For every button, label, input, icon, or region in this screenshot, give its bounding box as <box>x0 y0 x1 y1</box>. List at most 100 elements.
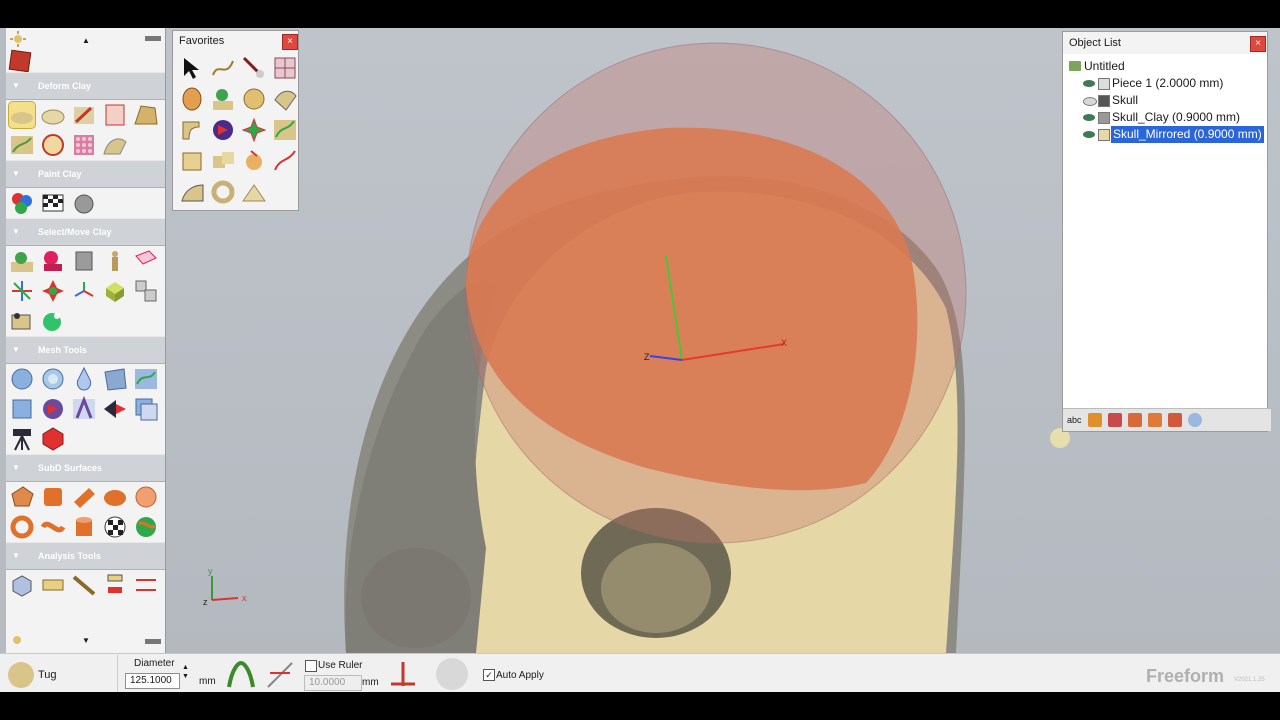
tug-tool-icon[interactable] <box>8 101 36 129</box>
new-layer-icon[interactable] <box>1107 413 1122 427</box>
tree-item-skull-mirrored[interactable]: Skull_Mirrored (0.9000 mm) <box>1063 125 1267 144</box>
ruler-input[interactable]: 10.0000 <box>304 675 362 691</box>
select-piece-icon[interactable] <box>9 248 35 274</box>
fillet-tool-icon[interactable] <box>241 148 267 174</box>
move-piece-icon[interactable] <box>40 278 66 304</box>
brush-tool-icon[interactable] <box>241 55 267 81</box>
pattern-tool-icon[interactable] <box>71 132 97 158</box>
sun-icon[interactable] <box>10 633 24 650</box>
curve-tool-icon[interactable] <box>210 55 236 81</box>
sweep-tool-icon[interactable] <box>272 117 298 143</box>
mesh-reduce-icon[interactable] <box>40 426 66 452</box>
subd-tube-icon[interactable] <box>71 484 97 510</box>
scale-piece-icon[interactable] <box>102 278 128 304</box>
offset-tool-icon[interactable] <box>210 148 236 174</box>
visible-eye-icon[interactable] <box>1083 131 1095 138</box>
grip-icon[interactable] <box>145 639 161 644</box>
mesh-sphere-icon[interactable] <box>9 366 35 392</box>
comb-tool-icon[interactable] <box>179 179 205 205</box>
smudge-tool-icon[interactable] <box>40 102 66 128</box>
tree-item-piece1[interactable]: Piece 1 (2.0000 mm) <box>1063 75 1267 92</box>
cube-icon[interactable] <box>8 49 32 73</box>
use-ruler-checkbox[interactable] <box>305 660 317 672</box>
path-tool-icon[interactable] <box>272 148 298 174</box>
ruler-icon[interactable] <box>387 658 419 690</box>
mesh-ball-icon[interactable] <box>241 86 267 112</box>
copy-piece-icon[interactable] <box>133 278 159 304</box>
checker-paint-icon[interactable] <box>40 190 66 216</box>
subd-shape-icon[interactable] <box>9 484 35 510</box>
visible-eye-icon[interactable] <box>1083 114 1095 121</box>
split-icon[interactable] <box>1127 413 1142 427</box>
paint-color-icon[interactable] <box>9 190 35 216</box>
mask-tool-icon[interactable] <box>179 86 205 112</box>
subd-blob-icon[interactable] <box>102 484 128 510</box>
search-icon[interactable] <box>1187 413 1202 427</box>
plane-select-icon[interactable] <box>133 248 159 274</box>
section-analysis-tools[interactable]: ▼ Analysis Tools <box>6 542 165 570</box>
cut-tool-icon[interactable] <box>210 117 236 143</box>
visible-eye-icon[interactable] <box>1083 80 1095 87</box>
object-list-close-button[interactable]: × <box>1250 36 1266 52</box>
layer-tool-icon[interactable] <box>133 102 159 128</box>
rotate-piece-icon[interactable] <box>71 278 97 304</box>
figure-tool-icon[interactable] <box>210 86 236 112</box>
subd-spline-icon[interactable] <box>40 514 66 540</box>
section-subd-surfaces[interactable]: ▼ SubD Surfaces <box>6 454 165 482</box>
new-piece-icon[interactable] <box>1087 413 1102 427</box>
select-paint-icon[interactable] <box>40 248 66 274</box>
mesh-cut-icon[interactable] <box>40 396 66 422</box>
grip-icon[interactable] <box>145 36 161 41</box>
emboss-tool-icon[interactable] <box>102 102 128 128</box>
analysis-dimension-icon[interactable] <box>133 572 159 598</box>
mesh-letter-icon[interactable] <box>71 395 97 422</box>
apply-icon[interactable] <box>436 658 468 690</box>
pose-tool-icon[interactable] <box>102 248 128 274</box>
move-axes-icon[interactable] <box>9 278 35 304</box>
subd-checker-icon[interactable] <box>102 514 128 540</box>
subd-torus-icon[interactable] <box>9 514 35 540</box>
select-box-icon[interactable] <box>71 248 97 274</box>
rename-button[interactable]: abc <box>1067 415 1082 425</box>
mesh-arrow-icon[interactable] <box>102 396 128 422</box>
subd-sphere-icon[interactable] <box>133 484 159 510</box>
star-tool-icon[interactable] <box>241 117 267 143</box>
mesh-curve-icon[interactable] <box>133 366 159 392</box>
analysis-measure-icon[interactable] <box>71 572 97 598</box>
delete-icon[interactable] <box>1167 413 1182 427</box>
ring-tool-icon[interactable] <box>210 179 236 205</box>
section-paint-clay[interactable]: ▼ Paint Clay <box>6 160 165 188</box>
section-select-move-clay[interactable]: ▼ Select/Move Clay <box>6 218 165 246</box>
scroll-down-icon[interactable]: ▼ <box>82 636 90 645</box>
subd-cylinder-icon[interactable] <box>71 514 97 540</box>
favorites-close-button[interactable]: × <box>282 34 298 50</box>
grid-plane-icon[interactable] <box>272 55 298 81</box>
analysis-box-icon[interactable] <box>9 572 35 598</box>
tree-item-skull[interactable]: Skull <box>1063 92 1267 109</box>
select-arrow-icon[interactable] <box>179 55 205 81</box>
section-deform-clay[interactable]: ▼ Deform Clay <box>6 72 165 100</box>
tree-root[interactable]: Untitled <box>1063 58 1267 75</box>
mesh-box-icon[interactable] <box>9 396 35 422</box>
bend-tool-icon[interactable] <box>179 117 205 143</box>
texture-paint-icon[interactable] <box>71 190 97 216</box>
auto-apply-checkbox[interactable]: ✓ <box>483 669 495 681</box>
mesh-vase-icon[interactable] <box>71 366 97 392</box>
mesh-ring-icon[interactable] <box>40 366 66 392</box>
tree-item-skull-clay[interactable]: Skull_Clay (0.9000 mm) <box>1063 109 1267 126</box>
subd-box-icon[interactable] <box>40 484 66 510</box>
section-mesh-tools[interactable]: ▼ Mesh Tools <box>6 336 165 364</box>
merge-icon[interactable] <box>1147 413 1162 427</box>
analysis-ruler-icon[interactable] <box>40 572 66 598</box>
pin-tool-icon[interactable] <box>40 308 66 334</box>
scroll-up-icon[interactable]: ▲ <box>82 36 90 45</box>
tug-direction-icon[interactable] <box>264 659 296 689</box>
diameter-stepper[interactable]: ▲ ▼ <box>182 663 189 681</box>
hidden-eye-icon[interactable] <box>1083 97 1097 106</box>
groove-tool-icon[interactable] <box>9 132 35 158</box>
scan-tripod-icon[interactable] <box>9 426 35 452</box>
mesh-patch-icon[interactable] <box>102 366 128 392</box>
extrude-tool-icon[interactable] <box>179 148 205 174</box>
stamp-tool-icon[interactable] <box>40 132 66 158</box>
diameter-input[interactable]: 125.1000 <box>125 673 180 689</box>
